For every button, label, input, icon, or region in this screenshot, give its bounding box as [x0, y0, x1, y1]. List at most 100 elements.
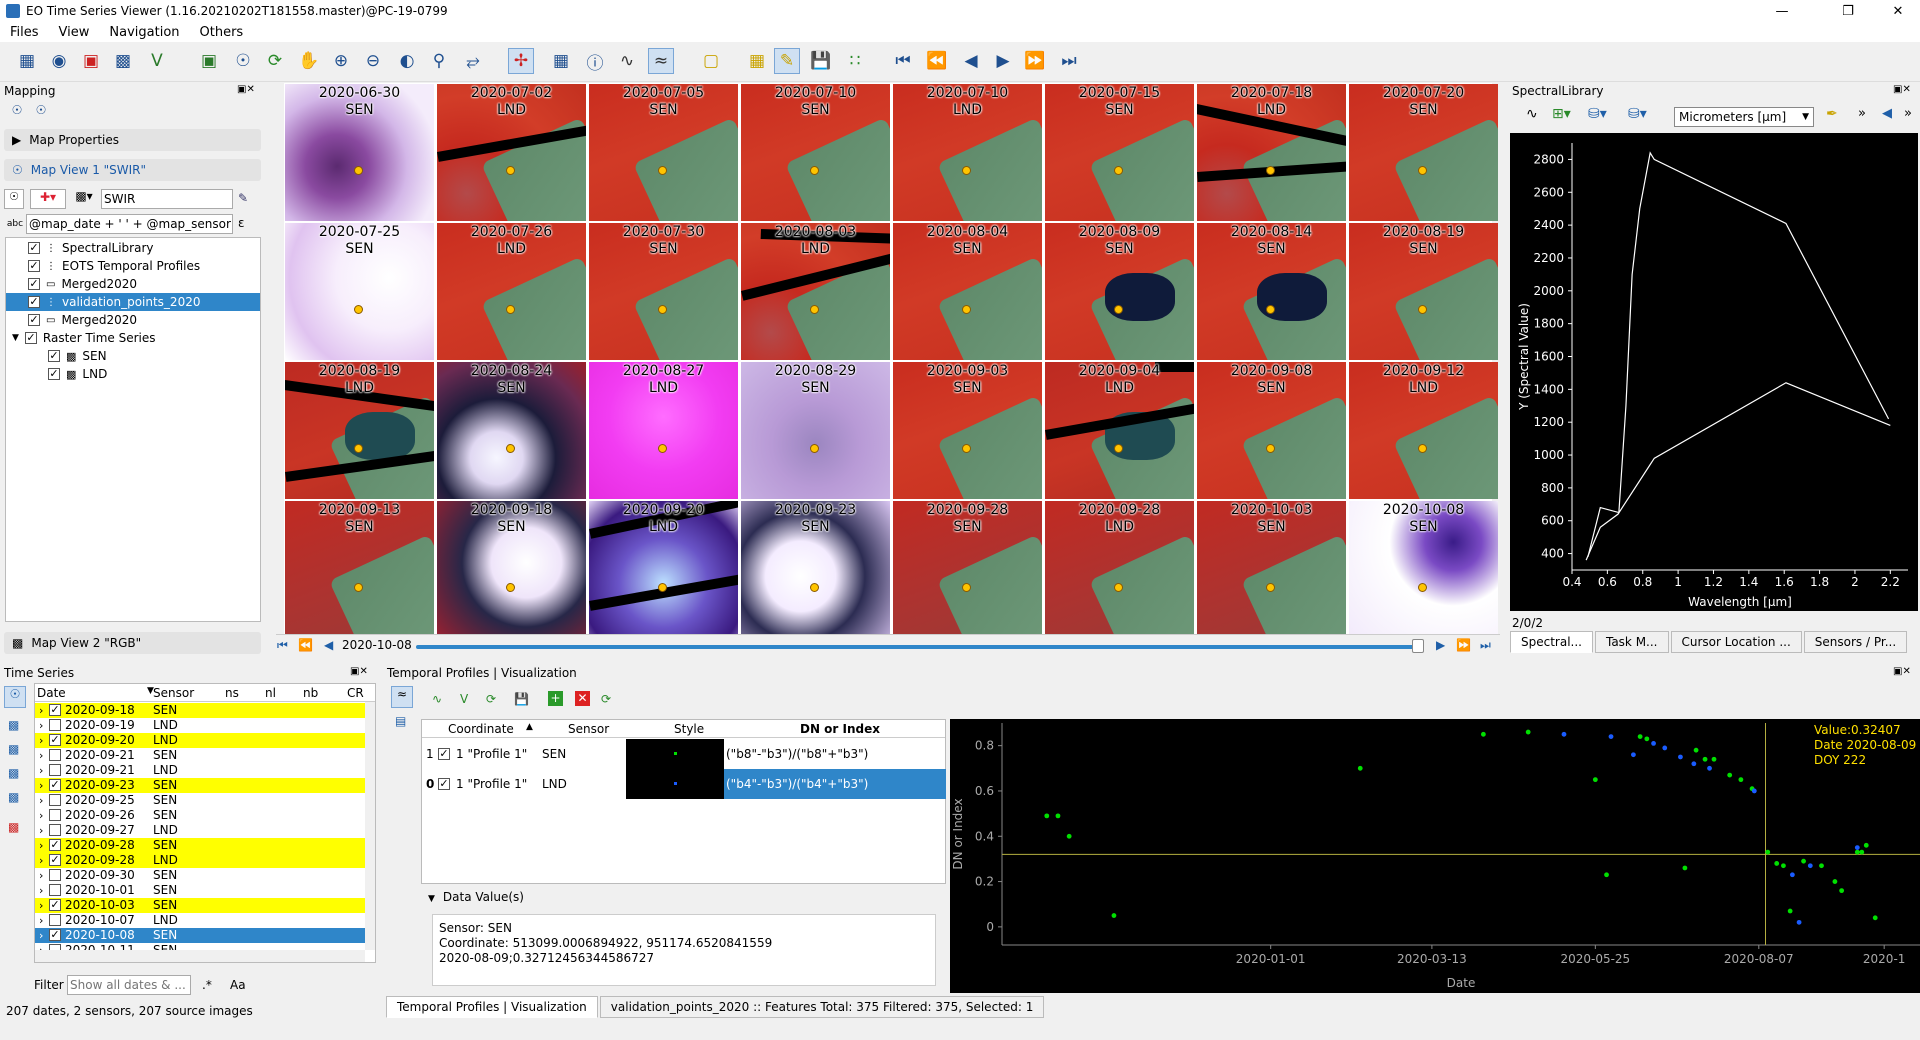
map-tile[interactable]: 2020-08-29 SEN: [741, 362, 890, 499]
chevron-right-icon[interactable]: ›: [39, 748, 43, 763]
maximize-button[interactable]: ❐: [1826, 0, 1870, 22]
col-date[interactable]: Date: [37, 686, 66, 700]
validation-point-marker[interactable]: [1114, 444, 1123, 453]
map-tile[interactable]: 2020-10-08 SEN: [1349, 501, 1498, 638]
add-profile-icon[interactable]: +: [548, 691, 563, 706]
checkbox-icon[interactable]: ✓: [28, 314, 40, 326]
table-row[interactable]: › ✓ 2020-09-18 SEN: [35, 703, 365, 718]
layer-row[interactable]: ✓ ▭ Merged2020: [6, 275, 260, 293]
validation-point-marker[interactable]: [810, 583, 819, 592]
validation-point-marker[interactable]: [506, 583, 515, 592]
chevron-right-icon[interactable]: ›: [39, 808, 43, 823]
map-tile[interactable]: 2020-07-15 SEN: [1045, 84, 1194, 221]
validation-point-marker[interactable]: [962, 444, 971, 453]
table-view-icon[interactable]: ▤: [395, 714, 406, 728]
checkbox-icon[interactable]: ✓: [48, 368, 60, 380]
layer-row[interactable]: ✓ ▩ LND: [6, 365, 260, 383]
validation-point-marker[interactable]: [658, 305, 667, 314]
zoom-native-icon[interactable]: ◐: [394, 48, 420, 74]
col-ns[interactable]: ns: [225, 686, 239, 700]
layer-row-selected[interactable]: ✓ ⋮ validation_points_2020: [6, 293, 260, 311]
chevron-right-icon[interactable]: ›: [39, 928, 43, 943]
checkbox-icon[interactable]: ✓: [28, 278, 40, 290]
table-row[interactable]: › 2020-09-21 SEN: [35, 748, 365, 763]
menu-navigation[interactable]: Navigation: [99, 25, 189, 40]
profile-expression[interactable]: ("b8"-"b3")/("b8"+"b3"): [726, 747, 868, 761]
map-tile[interactable]: 2020-07-18 LND: [1197, 84, 1346, 221]
checkbox-icon[interactable]: ✓: [49, 734, 61, 746]
last-date-icon[interactable]: ⏭: [1056, 48, 1082, 74]
tab-sensors[interactable]: Sensors / Pr...: [1803, 631, 1908, 653]
next-page-icon[interactable]: ⏩: [1022, 48, 1048, 74]
chevron-right-icon[interactable]: ›: [39, 703, 43, 718]
col-cr[interactable]: CR: [347, 686, 364, 700]
map-tile[interactable]: 2020-09-08 SEN: [1197, 362, 1346, 499]
validation-point-marker[interactable]: [962, 305, 971, 314]
col-expression[interactable]: DN or Index: [800, 722, 880, 736]
style-preview[interactable]: [626, 739, 724, 769]
chevron-right-icon[interactable]: ›: [39, 778, 43, 793]
validation-point-marker[interactable]: [658, 166, 667, 175]
map-tile[interactable]: 2020-09-12 LND: [1349, 362, 1498, 499]
map-tile[interactable]: 2020-09-23 SEN: [741, 501, 890, 638]
crosshair-icon[interactable]: ✚▾: [30, 189, 66, 209]
map-tile[interactable]: 2020-09-13 SEN: [285, 501, 434, 638]
add-vector-icon[interactable]: V: [144, 48, 170, 74]
checkbox-icon[interactable]: [49, 914, 61, 926]
map-tile[interactable]: 2020-08-03 LND: [741, 223, 890, 360]
checkbox-icon[interactable]: ✓: [28, 296, 40, 308]
chevron-right-icon[interactable]: ›: [39, 733, 43, 748]
table-row[interactable]: › ✓ 2020-10-03 SEN: [35, 898, 365, 913]
zoom-in-icon[interactable]: ⊕: [328, 48, 354, 74]
add-vector-icon[interactable]: V: [460, 692, 468, 706]
map-tile[interactable]: 2020-09-28 SEN: [893, 501, 1042, 638]
table-row[interactable]: › 2020-09-21 LND: [35, 763, 365, 778]
validation-point-marker[interactable]: [354, 444, 363, 453]
validation-point-marker[interactable]: [1418, 444, 1427, 453]
map-tile[interactable]: 2020-09-20 LND: [589, 501, 738, 638]
spectral-plot[interactable]: 0.4 0.6 0.8 1 1.2 1.4 1.6 1.8 2 2.2 400 600 800 1000 1…: [1510, 133, 1918, 611]
col-nl[interactable]: nl: [265, 686, 276, 700]
tab-spectral[interactable]: Spectral...: [1510, 631, 1593, 653]
chevron-right-icon[interactable]: ›: [39, 838, 43, 853]
add-images-icon[interactable]: ▩: [8, 718, 19, 732]
panel-float-close-icon[interactable]: ▣✕: [1893, 666, 1911, 677]
validation-point-marker[interactable]: [962, 166, 971, 175]
layer-group-row[interactable]: ▼ ✓ Raster Time Series: [6, 329, 260, 347]
units-select[interactable]: Micrometers [µm] ▼: [1674, 107, 1814, 127]
map-tile[interactable]: 2020-06-30 SEN: [285, 84, 434, 221]
profile-row[interactable]: 1 ✓ 1 "Profile 1" SEN ("b8"-"b3")/("b8"+…: [422, 739, 945, 769]
overflow-icon[interactable]: »: [1858, 106, 1866, 121]
validation-point-marker[interactable]: [354, 305, 363, 314]
spectral-profile-icon[interactable]: ∿: [614, 48, 640, 74]
validation-point-marker[interactable]: [1114, 305, 1123, 314]
style-brush-icon[interactable]: ✒: [1826, 106, 1838, 122]
chevron-down-icon[interactable]: ▼: [12, 333, 19, 343]
eye-toggle-icon[interactable]: ☉: [4, 686, 26, 708]
map-tile[interactable]: 2020-07-10 LND: [893, 84, 1042, 221]
map-view-visibility-icon[interactable]: ☉: [8, 101, 26, 119]
chevron-right-icon[interactable]: ›: [39, 868, 43, 883]
tab-cursor-location[interactable]: Cursor Location ...: [1670, 631, 1802, 653]
map-properties-group[interactable]: ▶ Map Properties: [4, 129, 261, 151]
validation-point-marker[interactable]: [658, 444, 667, 453]
checkbox-icon[interactable]: ✓: [438, 748, 450, 760]
profile-icon[interactable]: ∿: [1526, 106, 1538, 122]
profile-row[interactable]: 0 ✓ 1 "Profile 1" LND ("b4"-"b3")/("b4"+…: [422, 769, 946, 799]
checkbox-icon[interactable]: [49, 824, 61, 836]
save-edits-icon[interactable]: 💾: [808, 48, 834, 74]
database-icon[interactable]: ⛁▾: [1588, 106, 1607, 122]
table-row[interactable]: › ✓ 2020-09-28 LND: [35, 853, 365, 868]
validation-point-marker[interactable]: [1418, 583, 1427, 592]
validation-point-marker[interactable]: [962, 583, 971, 592]
back-arrow-icon[interactable]: ◀: [1882, 106, 1892, 121]
last-date-icon[interactable]: ⏭: [1480, 638, 1491, 653]
map-tile[interactable]: 2020-09-04 LND: [1045, 362, 1194, 499]
chevron-right-icon[interactable]: ›: [39, 823, 43, 838]
validation-point-marker[interactable]: [1266, 166, 1275, 175]
validation-point-marker[interactable]: [354, 166, 363, 175]
temporal-profile-icon[interactable]: ≈: [648, 48, 674, 74]
first-date-icon[interactable]: ⏮: [277, 638, 288, 653]
map-view-name-input[interactable]: [101, 189, 233, 209]
pan-icon[interactable]: ✋: [296, 48, 322, 74]
